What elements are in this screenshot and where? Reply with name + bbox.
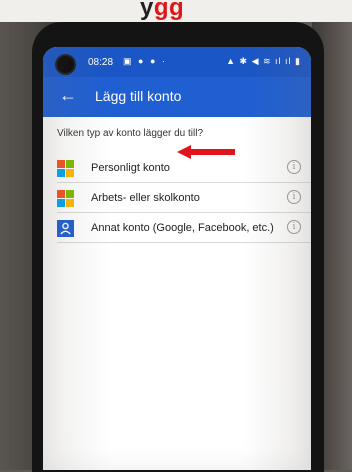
option-label: Personligt konto: [91, 162, 170, 174]
notification-icons: ▣ ● ● ·: [123, 56, 167, 66]
page-title: Lägg till konto: [95, 88, 182, 104]
option-work-school-account[interactable]: Arbets- eller skolkonto i: [43, 183, 311, 213]
option-label: Annat konto (Google, Facebook, etc.): [91, 222, 274, 234]
banner-text: ygg: [140, 0, 184, 22]
account-type-question: Vilken typ av konto lägger du till?: [57, 128, 204, 139]
banner-prefix: y: [140, 0, 154, 21]
info-icon[interactable]: i: [287, 190, 301, 204]
option-label: Arbets- eller skolkonto: [91, 192, 200, 204]
status-bar: 08:28 ▣ ● ● · ▲ ✱ ◀ ≋ ıl ıl ▮: [43, 47, 311, 77]
info-icon[interactable]: i: [287, 160, 301, 174]
divider: [57, 242, 311, 243]
microsoft-logo-icon: [57, 160, 74, 177]
microsoft-logo-icon: [57, 190, 74, 207]
front-camera: [57, 56, 74, 73]
info-icon[interactable]: i: [287, 220, 301, 234]
status-time: 08:28: [88, 57, 114, 68]
red-arrow-annotation-icon: [177, 145, 235, 159]
banner-highlight: gg: [153, 0, 185, 21]
back-arrow-icon[interactable]: ←: [59, 85, 77, 105]
app-bar: ← Lägg till konto: [43, 77, 311, 117]
system-status-icons: ▲ ✱ ◀ ≋ ıl ıl ▮: [226, 56, 301, 66]
option-other-account[interactable]: Annat konto (Google, Facebook, etc.) i: [43, 213, 311, 243]
person-icon: [57, 220, 74, 237]
top-banner: ygg: [0, 0, 352, 22]
phone-screen: 08:28 ▣ ● ● · ▲ ✱ ◀ ≋ ıl ıl ▮ ← Lägg til…: [43, 47, 311, 470]
